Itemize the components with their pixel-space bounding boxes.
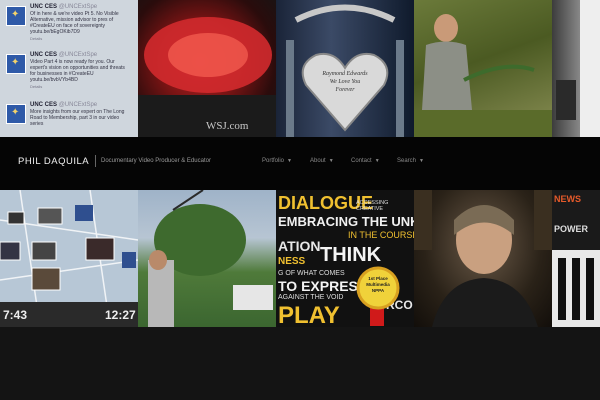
chevron-down-icon: ▼ — [287, 158, 292, 164]
tweet-text: Video Part 4 is now ready for you. Our e… — [30, 59, 125, 83]
tweet-text: More insights from our expert on The Lon… — [30, 109, 125, 127]
video-timestamp-left: 7:43 — [3, 308, 28, 322]
partial-image-tile[interactable] — [552, 0, 600, 137]
poster-line: AGAINST THE VOID — [278, 294, 344, 301]
partial-photo — [556, 0, 600, 137]
poster-line: NESS — [278, 256, 306, 267]
heart-locket-graphic — [286, 4, 404, 137]
map-tile[interactable]: 7:43 12:27 — [0, 190, 138, 327]
poster-line: ATION — [278, 238, 321, 254]
page-body-empty — [0, 327, 600, 400]
poster-line: G OF WHAT COMES — [278, 270, 345, 277]
poster-line: ACCESSING CREATIVE — [356, 200, 389, 212]
site-tagline: Documentary Video Producer & Educator — [101, 158, 211, 164]
nav-portfolio[interactable]: Portfolio ▼ — [262, 158, 292, 164]
avatar — [6, 6, 26, 26]
tweet-item[interactable]: UNC CES @UNCExtSpe Of in here & we're vi… — [4, 2, 134, 42]
man-with-snake-tile[interactable] — [414, 0, 552, 137]
title-separator — [95, 155, 96, 167]
poster-line: THINK — [320, 244, 382, 266]
power-graphic — [552, 250, 600, 327]
portrait-photo — [414, 190, 552, 327]
site-header — [0, 137, 600, 190]
wsj-label: WSJ.com — [206, 120, 249, 132]
locket-inscription: Raymond Edwards We Love You Forever — [322, 71, 368, 93]
site-title[interactable]: PHIL DAQUILA — [18, 156, 89, 167]
poster-line: PLAY — [278, 302, 340, 327]
poster-line: TO EXPRESS — [278, 278, 368, 294]
taillight-graphic — [138, 17, 276, 137]
chevron-down-icon: ▼ — [328, 158, 334, 164]
news-power-tile[interactable]: NEWS POWER — [552, 190, 600, 327]
tweet-name: UNC CES @UNCExtSpe — [30, 4, 98, 10]
nav-contact[interactable]: Contact ▼ — [351, 158, 380, 164]
map-graphic — [0, 190, 138, 327]
award-badge: 1st Place Multimedia NPPA — [356, 266, 400, 310]
tweet-item[interactable]: UNC CES @UNCExtSpe More insights from ou… — [4, 100, 134, 137]
interview-portrait-tile[interactable] — [414, 190, 552, 327]
tweet-name: UNC CES @UNCExtSpe — [30, 102, 98, 108]
avatar — [6, 104, 26, 124]
man-in-tree-tile[interactable] — [138, 190, 276, 327]
avatar — [6, 54, 26, 74]
poster-line: IN THE COURSE — [348, 230, 414, 240]
tweet-meta[interactable]: Details — [30, 84, 42, 89]
tweet-meta[interactable]: Details — [30, 36, 42, 41]
badge-text: 1st Place Multimedia NPPA — [366, 276, 390, 293]
tweet-text: Of in here & we're video Pt 5. No Visibl… — [30, 11, 119, 35]
twitter-feed-tile[interactable]: UNC CES @UNCExtSpe Of in here & we're vi… — [0, 0, 138, 137]
video-timestamp-right: 12:27 — [105, 308, 136, 322]
man-photo — [414, 14, 552, 137]
tweet-name: UNC CES @UNCExtSpe — [30, 52, 98, 58]
nav-about[interactable]: About ▼ — [310, 158, 334, 164]
tree-photo — [148, 190, 273, 327]
poster-line: EMBRACING THE UNKNO — [278, 214, 414, 229]
heart-locket-tile[interactable]: Raymond Edwards We Love You Forever — [276, 0, 414, 137]
chevron-down-icon: ▼ — [374, 158, 380, 164]
nav-search[interactable]: Search ▼ — [397, 158, 424, 164]
chevron-down-icon: ▼ — [419, 158, 424, 164]
taillight-tile[interactable]: WSJ.com — [138, 0, 276, 137]
tweet-item[interactable]: UNC CES @UNCExtSpe Video Part 4 is now r… — [4, 50, 134, 90]
